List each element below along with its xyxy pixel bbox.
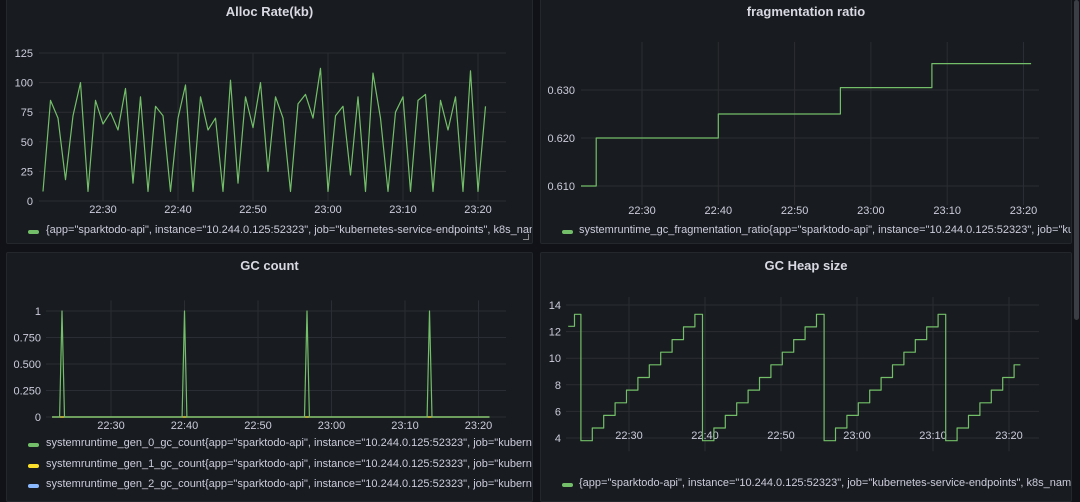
legend-swatch: [28, 464, 39, 468]
x-tick-label: 23:20: [1010, 205, 1038, 217]
x-tick-label: 22:30: [89, 204, 117, 216]
alloc-rate-chart: 0 25 50 75 100 125 22:30 22:40 22:50 23:00 23:10 23…: [15, 48, 506, 216]
y-tick-label: 0.620: [547, 133, 575, 145]
x-tick-label: 22:50: [767, 430, 795, 442]
legend-label: systemruntime_gen_1_gc_count{app="sparkt…: [46, 458, 532, 470]
y-tick-label: 0.250: [13, 386, 41, 398]
legend-item[interactable]: {app="sparktodo-api", instance="10.244.0…: [541, 477, 1071, 493]
series-line: [42, 67, 487, 193]
y-tick-label: 125: [15, 48, 33, 60]
legend-item[interactable]: {app="sparktodo-api", instance="10.244.0…: [7, 224, 532, 240]
y-tick-label: 0: [35, 412, 41, 424]
legend-label: systemruntime_gc_fragmentation_ratio{app…: [579, 224, 1071, 236]
y-tick-label: 0.500: [13, 359, 41, 371]
x-tick-label: 23:00: [318, 420, 346, 432]
x-tick-label: 22:50: [244, 420, 272, 432]
x-tick-label: 22:30: [628, 205, 656, 217]
panel-fragmentation-ratio[interactable]: fragmentation ratio 0.610 0.620 0.630 22:30…: [540, 0, 1072, 244]
series-line: [568, 313, 1021, 442]
x-tick-label: 22:40: [171, 420, 199, 432]
legend-item[interactable]: systemruntime_gen_2_gc_count{app="sparkt…: [7, 478, 532, 494]
scrollbar-thumb[interactable]: [1074, 0, 1079, 320]
panel-alloc-rate[interactable]: Alloc Rate(kb) 0 25 50 75 100 125 22:30 22:40 22…: [6, 0, 533, 244]
y-tick-label: 75: [21, 107, 33, 119]
x-tick-label: 22:30: [615, 430, 643, 442]
legend-label: {app="sparktodo-api", instance="10.244.0…: [579, 477, 1071, 489]
panel-gc-count[interactable]: GC count 0 0.250 0.500 0.750 1 22:30 22:40 22:5…: [6, 252, 533, 502]
y-tick-label: 0: [27, 196, 33, 208]
y-tick-label: 4: [555, 433, 561, 445]
x-tick-label: 23:10: [933, 205, 961, 217]
x-tick-label: 22:40: [164, 204, 192, 216]
legend-item[interactable]: systemruntime_gc_fragmentation_ratio{app…: [541, 224, 1071, 240]
legend-label: systemruntime_gen_0_gc_count{app="sparkt…: [46, 437, 532, 449]
gc-heap-chart: 46810121422:30 22:40 22:50 23:00 23:10 23:20: [549, 297, 1039, 452]
y-tick-label: 10: [549, 353, 561, 365]
y-tick-label: 6: [555, 406, 561, 418]
y-tick-label: 50: [21, 137, 33, 149]
y-tick-label: 8: [555, 380, 561, 392]
resize-handle-icon[interactable]: [523, 234, 529, 240]
x-tick-label: 23:00: [843, 430, 871, 442]
x-tick-label: 23:10: [919, 430, 947, 442]
y-tick-label: 1: [35, 306, 41, 318]
legend-label: {app="sparktodo-api", instance="10.244.0…: [46, 224, 532, 236]
legend-label: systemruntime_gen_2_gc_count{app="sparkt…: [46, 478, 532, 490]
y-tick-label: 0.630: [547, 85, 575, 97]
x-tick-label: 22:50: [781, 205, 809, 217]
legend-swatch: [562, 483, 573, 487]
fragmentation-chart: 0.610 0.620 0.630 22:30 22:40 22:50 23:00 23:10…: [547, 42, 1039, 217]
x-tick-label: 22:30: [97, 420, 125, 432]
legend-swatch: [562, 230, 573, 234]
y-tick-label: 12: [549, 327, 561, 339]
legend-swatch: [28, 443, 39, 447]
y-tick-label: 14: [549, 300, 561, 312]
x-tick-label: 23:10: [389, 204, 417, 216]
scrollbar[interactable]: [1072, 0, 1080, 496]
legend-item[interactable]: systemruntime_gen_1_gc_count{app="sparkt…: [7, 458, 532, 474]
y-tick-label: 0.610: [547, 181, 575, 193]
y-tick-label: 0.750: [13, 333, 41, 345]
x-tick-label: 23:20: [465, 420, 493, 432]
panel-gc-heap-size[interactable]: GC Heap size 4 6 8 10 12 14 22:30 22:40 22:50 23:…: [540, 252, 1072, 502]
y-tick-label: 100: [15, 78, 33, 90]
legend-item[interactable]: systemruntime_gen_0_gc_count{app="sparkt…: [7, 437, 532, 453]
series-line: [581, 62, 1032, 187]
x-tick-label: 22:40: [705, 205, 733, 217]
x-tick-label: 23:00: [857, 205, 885, 217]
x-tick-label: 23:10: [391, 420, 419, 432]
legend-swatch: [28, 484, 39, 488]
legend-swatch: [28, 230, 39, 234]
x-tick-label: 23:20: [464, 204, 492, 216]
x-tick-label: 22:50: [239, 204, 267, 216]
x-tick-label: 23:20: [995, 430, 1023, 442]
x-tick-label: 23:00: [314, 204, 342, 216]
y-tick-label: 25: [21, 166, 33, 178]
